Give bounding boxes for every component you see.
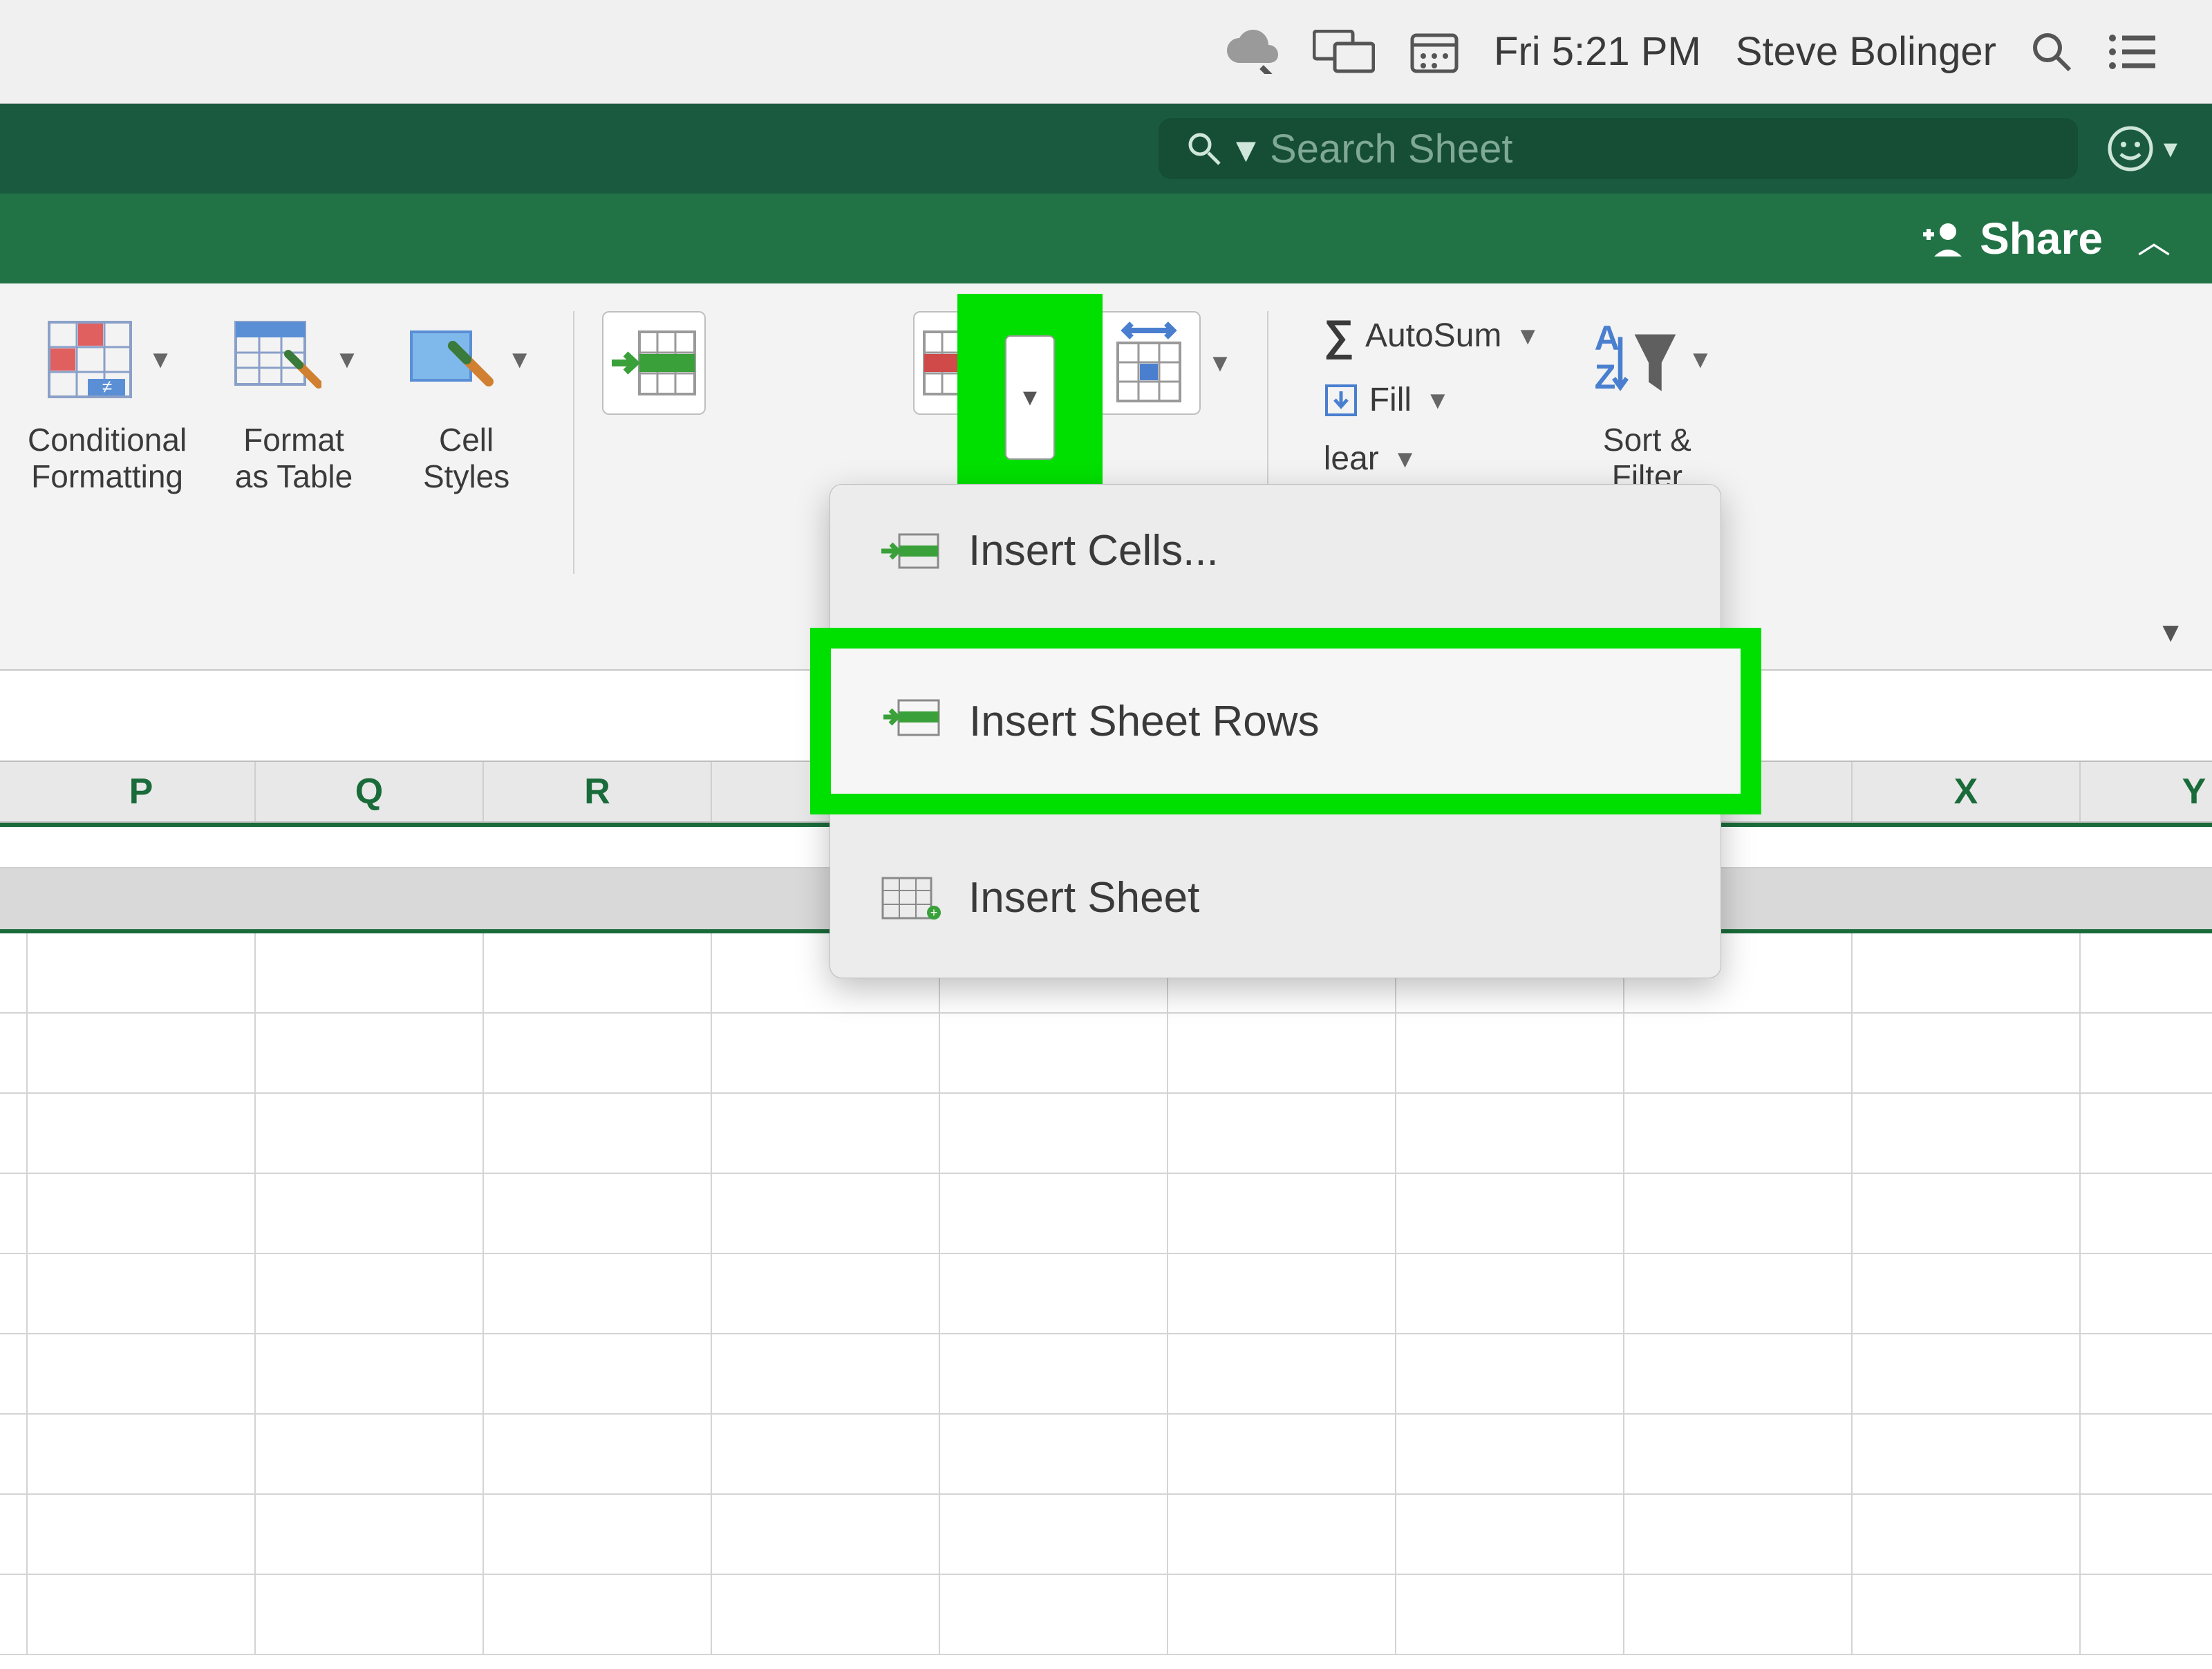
col-header-Q[interactable]: Q [256, 762, 484, 821]
autosum-button[interactable]: ∑ AutoSum ▼ [1324, 311, 1540, 360]
col-header-P[interactable]: P [28, 762, 256, 821]
format-as-table-button[interactable]: ▼ Format as Table [228, 311, 359, 495]
insert-sheet-menu-icon: + [879, 874, 941, 922]
svg-text:≠: ≠ [102, 376, 112, 397]
feedback-smiley-button[interactable]: ▾ [2106, 124, 2177, 174]
fill-button[interactable]: Fill ▼ [1324, 381, 1540, 419]
share-button[interactable]: Share [1923, 213, 2103, 264]
cell-styles-icon [401, 311, 498, 408]
person-plus-icon [1923, 219, 1967, 258]
highlight-insert-dropdown: ▼ [957, 294, 1103, 501]
conditional-formatting-button[interactable]: ≠ ▼ Conditional Formatting [28, 311, 187, 495]
sort-filter-icon: AZ [1582, 311, 1678, 408]
highlight-insert-sheet-rows: Insert Sheet Rows [810, 628, 1761, 814]
sigma-icon: ∑ [1324, 311, 1354, 360]
clear-button[interactable]: lear ▼ [1324, 440, 1540, 478]
ribbon-collapse-chevron-icon[interactable]: ︿ [2137, 214, 2171, 263]
menu-insert-cells[interactable]: Insert Cells... [830, 505, 1721, 596]
menu-list-icon[interactable] [2107, 32, 2157, 71]
excel-titlebar: ▾ Search Sheet ▾ [0, 104, 2212, 194]
col-header-R[interactable]: R [484, 762, 712, 821]
calendar-icon[interactable] [1409, 30, 1459, 74]
svg-text:A: A [1595, 318, 1620, 357]
conditional-formatting-icon: ≠ [41, 311, 138, 408]
share-label: Share [1980, 213, 2103, 264]
col-gutter [0, 762, 28, 821]
insert-cells-menu-icon [879, 527, 941, 575]
mac-menubar: Fri 5:21 PM Steve Bolinger [0, 0, 2212, 104]
col-header-Y[interactable]: Y [2081, 762, 2212, 821]
col-header-X[interactable]: X [1853, 762, 2081, 821]
ribbon-overflow-caret-icon[interactable]: ▼ [2157, 617, 2184, 649]
insert-cells-button[interactable] [602, 311, 706, 415]
search-placeholder: Search Sheet [1270, 126, 1512, 172]
svg-text:Z: Z [1595, 357, 1616, 396]
search-sheet-box[interactable]: ▾ Search Sheet [1159, 118, 2078, 179]
spotlight-icon[interactable] [2031, 31, 2072, 73]
menubar-datetime[interactable]: Fri 5:21 PM [1494, 28, 1701, 75]
ribbon-sharebar: Share ︿ [0, 194, 2212, 283]
format-cells-icon [1097, 311, 1201, 415]
ribbon-separator [573, 311, 574, 574]
insert-cells-icon [602, 311, 706, 415]
format-cells-button[interactable]: ▼ [1097, 311, 1232, 415]
insert-dropdown-caret[interactable]: ▼ [1005, 335, 1055, 460]
display-icon[interactable] [1313, 30, 1375, 74]
fill-down-icon [1324, 383, 1358, 418]
menu-insert-sheet-rows[interactable]: Insert Sheet Rows [831, 649, 1741, 794]
sort-filter-button[interactable]: AZ ▼ Sort & Filter [1582, 311, 1713, 495]
cell-styles-button[interactable]: ▼ Cell Styles [401, 311, 532, 495]
status-cloud-icon[interactable] [1226, 30, 1278, 74]
menubar-username[interactable]: Steve Bolinger [1736, 28, 1996, 75]
spreadsheet-grid[interactable] [0, 933, 2212, 1669]
insert-rows-menu-icon [879, 692, 941, 751]
menu-insert-sheet[interactable]: + Insert Sheet [830, 852, 1721, 943]
svg-text:+: + [930, 906, 938, 920]
search-icon [1186, 131, 1222, 167]
format-as-table-icon [228, 311, 325, 408]
